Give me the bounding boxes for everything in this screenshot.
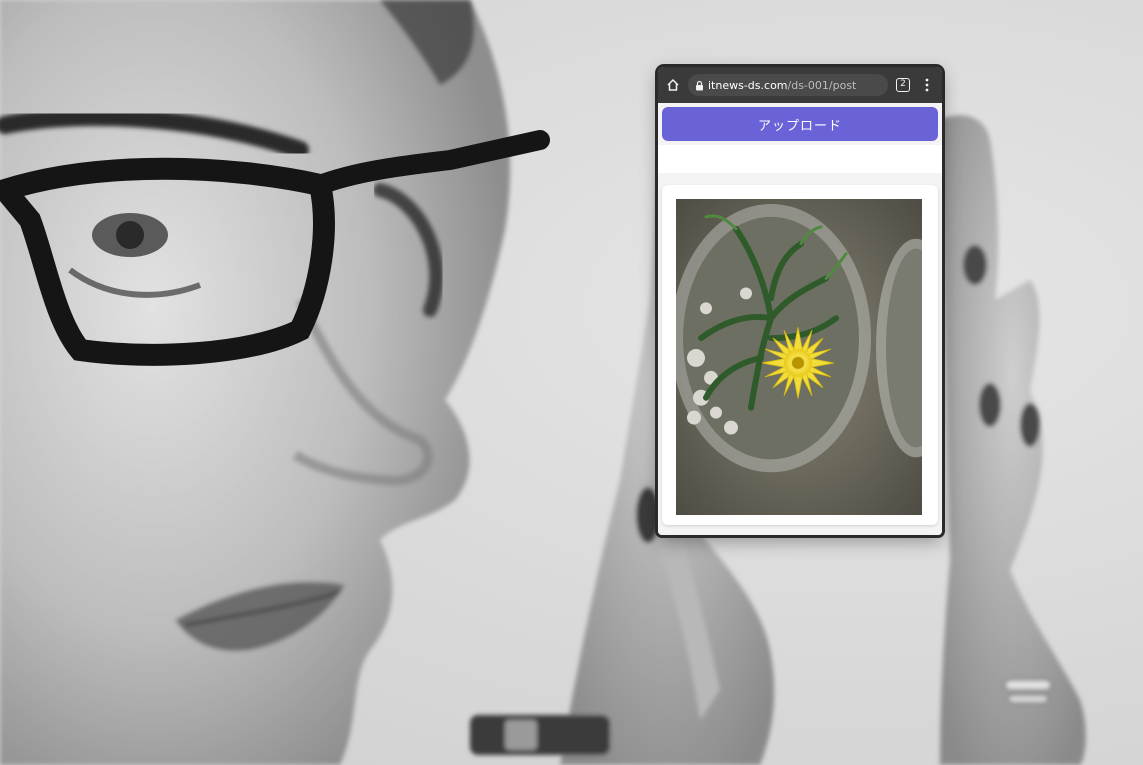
kebab-menu-icon[interactable]	[918, 76, 936, 94]
flower-photo	[676, 199, 922, 515]
tab-switcher-button[interactable]: 2	[894, 76, 912, 94]
right-hand	[940, 115, 1086, 765]
browser-toolbar: itnews-ds.com/ds-001/post 2	[658, 67, 942, 103]
url-bar[interactable]: itnews-ds.com/ds-001/post	[688, 74, 888, 96]
page-spacer	[658, 145, 942, 173]
scene: itnews-ds.com/ds-001/post 2 アップロード	[0, 0, 1143, 765]
tab-count-badge: 2	[896, 78, 910, 92]
preview-image[interactable]	[676, 199, 922, 515]
home-icon[interactable]	[664, 76, 682, 94]
url-host: itnews-ds.com	[708, 78, 788, 92]
web-page: アップロード	[658, 103, 942, 535]
image-preview-card	[662, 185, 938, 525]
background-photo	[0, 0, 1086, 765]
lock-icon	[694, 79, 704, 91]
upload-button[interactable]: アップロード	[662, 107, 938, 141]
phone-screen: itnews-ds.com/ds-001/post 2 アップロード	[658, 67, 942, 535]
url-path: /ds-001/post	[787, 78, 857, 92]
